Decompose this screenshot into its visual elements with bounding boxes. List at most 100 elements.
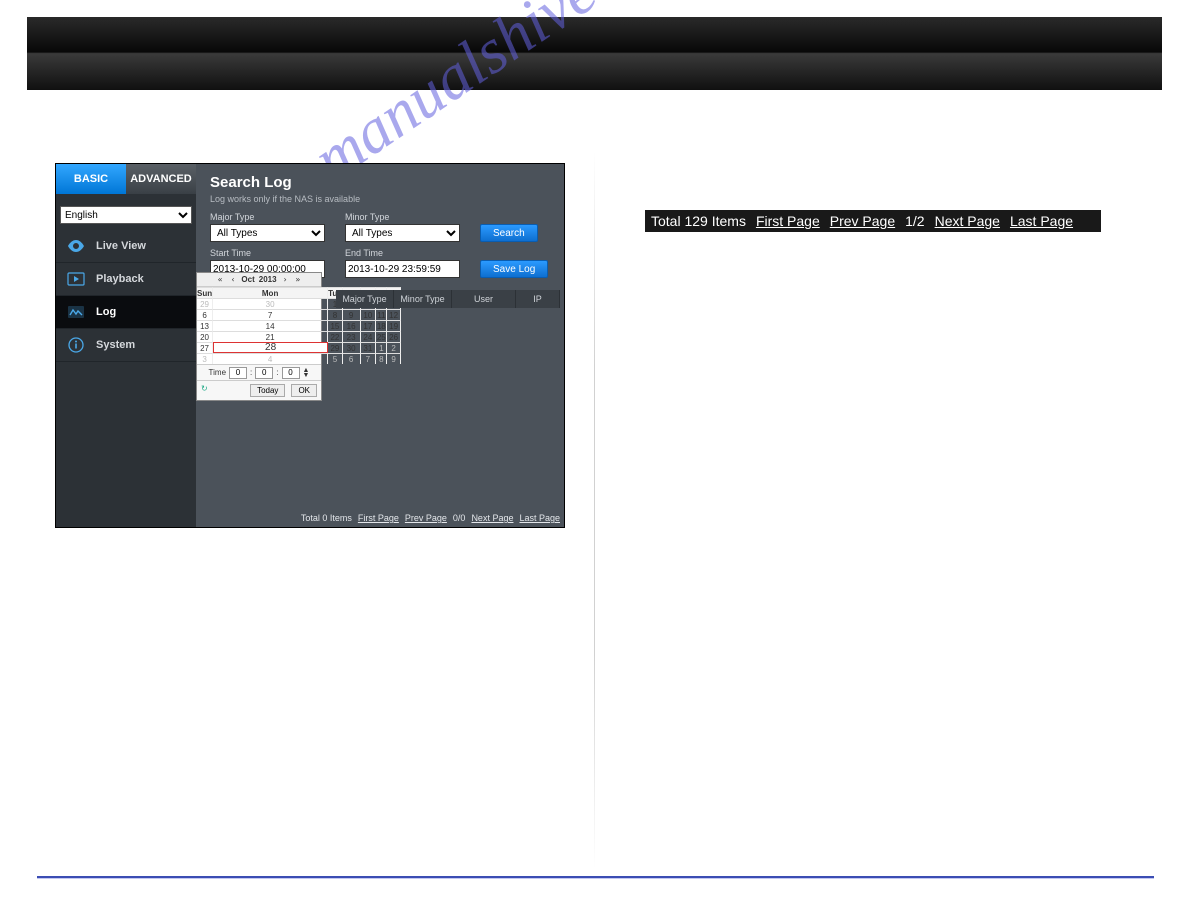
calendar-footer: ↻ Today OK — [197, 380, 321, 400]
cal-day[interactable]: 9 — [343, 309, 361, 320]
cal-day[interactable]: 6 — [197, 309, 213, 320]
cal-day[interactable]: 24 — [361, 331, 377, 342]
cal-day[interactable]: 25 — [376, 331, 387, 342]
cal-day[interactable]: 3 — [197, 353, 213, 364]
sidebar-item-label: Live View — [96, 240, 146, 252]
sidebar-item-label: Log — [96, 306, 116, 318]
th-major: Major Type — [336, 290, 394, 308]
time-hour[interactable] — [229, 367, 247, 379]
column-divider — [594, 150, 595, 870]
last-page-link[interactable]: Last Page — [1010, 213, 1073, 229]
cal-day[interactable]: 22 — [328, 331, 343, 342]
refresh-icon[interactable]: ↻ — [201, 384, 208, 397]
cal-day[interactable]: 8 — [328, 309, 343, 320]
page-title: Search Log — [210, 174, 550, 191]
th-ip: IP — [516, 290, 560, 308]
cal-prev-month[interactable]: ‹ — [229, 275, 238, 284]
cal-day[interactable]: 26 — [387, 331, 400, 342]
calendar-time-row: Time : : ▲▼ — [197, 364, 321, 380]
first-page-link[interactable]: First Page — [358, 513, 399, 523]
cal-day[interactable]: 5 — [328, 353, 343, 364]
date-picker: « ‹ Oct 2013 › » SunMonTueWedThuFriSat29… — [196, 272, 322, 401]
total-items: Total 129 Items — [651, 213, 746, 229]
cal-day[interactable]: 17 — [361, 320, 377, 331]
sidebar-item-system[interactable]: System — [56, 329, 196, 362]
page-horizontal-rule — [37, 876, 1154, 878]
th-minor: Minor Type — [394, 290, 452, 308]
search-button[interactable]: Search — [480, 224, 538, 242]
cal-day[interactable]: 23 — [343, 331, 361, 342]
cal-day[interactable]: 19 — [387, 320, 400, 331]
content-pane: Search Log Log works only if the NAS is … — [196, 164, 564, 527]
cal-day[interactable]: 7 — [361, 353, 377, 364]
filter-row-1: Major Type All Types Minor Type All Type… — [210, 212, 550, 242]
cal-day[interactable]: 14 — [213, 320, 328, 331]
cal-day[interactable]: 11 — [376, 309, 387, 320]
cal-day[interactable]: 18 — [376, 320, 387, 331]
tab-basic[interactable]: BASIC — [56, 164, 126, 194]
cal-day[interactable]: 12 — [387, 309, 400, 320]
major-type-select[interactable]: All Types — [210, 224, 325, 242]
cal-day[interactable]: 21 — [213, 331, 328, 342]
cal-day[interactable]: 29 — [328, 342, 343, 353]
cal-prev-year[interactable]: « — [216, 275, 225, 284]
cal-year: 2013 — [259, 275, 277, 284]
time-sec[interactable] — [282, 367, 300, 379]
sidebar-item-log[interactable]: Log — [56, 296, 196, 329]
sidebar-item-label: Playback — [96, 273, 144, 285]
pagination-bar-large: Total 129 Items First Page Prev Page 1/2… — [645, 210, 1101, 232]
minor-type-select[interactable]: All Types — [345, 224, 460, 242]
cal-day[interactable]: 10 — [361, 309, 377, 320]
next-page-link[interactable]: Next Page — [935, 213, 1000, 229]
cal-day[interactable]: 29 — [197, 298, 213, 309]
start-time-label: Start Time — [210, 248, 325, 258]
first-page-link[interactable]: First Page — [756, 213, 820, 229]
end-time-label: End Time — [345, 248, 460, 258]
ok-button[interactable]: OK — [291, 384, 317, 397]
today-button[interactable]: Today — [250, 384, 285, 397]
search-button-wrap: Search — [480, 212, 538, 242]
language-select[interactable]: English — [60, 206, 192, 224]
cal-day[interactable]: 6 — [343, 353, 361, 364]
cal-day[interactable]: 15 — [328, 320, 343, 331]
cal-day[interactable]: 28 — [213, 342, 328, 353]
sidebar-item-live-view[interactable]: Live View — [56, 230, 196, 263]
cal-next-year[interactable]: » — [293, 275, 302, 284]
cal-day[interactable]: 4 — [213, 353, 328, 364]
cal-day[interactable]: 8 — [376, 353, 387, 364]
time-label: Time — [209, 368, 226, 377]
log-table-header: Major Type Minor Type User IP — [336, 290, 560, 308]
cal-day[interactable]: 2 — [387, 342, 400, 353]
time-min[interactable] — [255, 367, 273, 379]
cal-day[interactable]: 30 — [213, 298, 328, 309]
sidebar-item-playback[interactable]: Playback — [56, 263, 196, 296]
prev-page-link[interactable]: Prev Page — [405, 513, 447, 523]
eye-icon — [66, 238, 86, 254]
major-type-field: Major Type All Types — [210, 212, 325, 242]
cal-day[interactable]: 1 — [376, 342, 387, 353]
cal-day[interactable]: 20 — [197, 331, 213, 342]
save-log-button[interactable]: Save Log — [480, 260, 548, 278]
cal-day[interactable]: 9 — [387, 353, 400, 364]
tab-advanced[interactable]: ADVANCED — [126, 164, 196, 194]
sidebar: BASIC ADVANCED English Live View Playbac… — [56, 164, 196, 527]
prev-page-link[interactable]: Prev Page — [830, 213, 895, 229]
cal-month: Oct — [241, 275, 254, 284]
cal-day[interactable]: 30 — [343, 342, 361, 353]
cal-day[interactable]: 27 — [197, 342, 213, 353]
cal-day[interactable]: 31 — [361, 342, 377, 353]
cal-day[interactable]: 13 — [197, 320, 213, 331]
next-page-link[interactable]: Next Page — [471, 513, 513, 523]
th-user: User — [452, 290, 516, 308]
end-time-field: End Time — [345, 248, 460, 278]
end-time-input[interactable] — [345, 260, 460, 278]
last-page-link[interactable]: Last Page — [519, 513, 560, 523]
total-items: Total 0 Items — [301, 513, 352, 523]
cal-dow: Mon — [213, 287, 328, 298]
page-subtitle: Log works only if the NAS is available — [210, 194, 550, 204]
major-type-label: Major Type — [210, 212, 325, 222]
cal-next-month[interactable]: › — [281, 275, 290, 284]
cal-day[interactable]: 16 — [343, 320, 361, 331]
cal-day[interactable]: 7 — [213, 309, 328, 320]
time-spinner-icon[interactable]: ▲▼ — [303, 368, 310, 378]
